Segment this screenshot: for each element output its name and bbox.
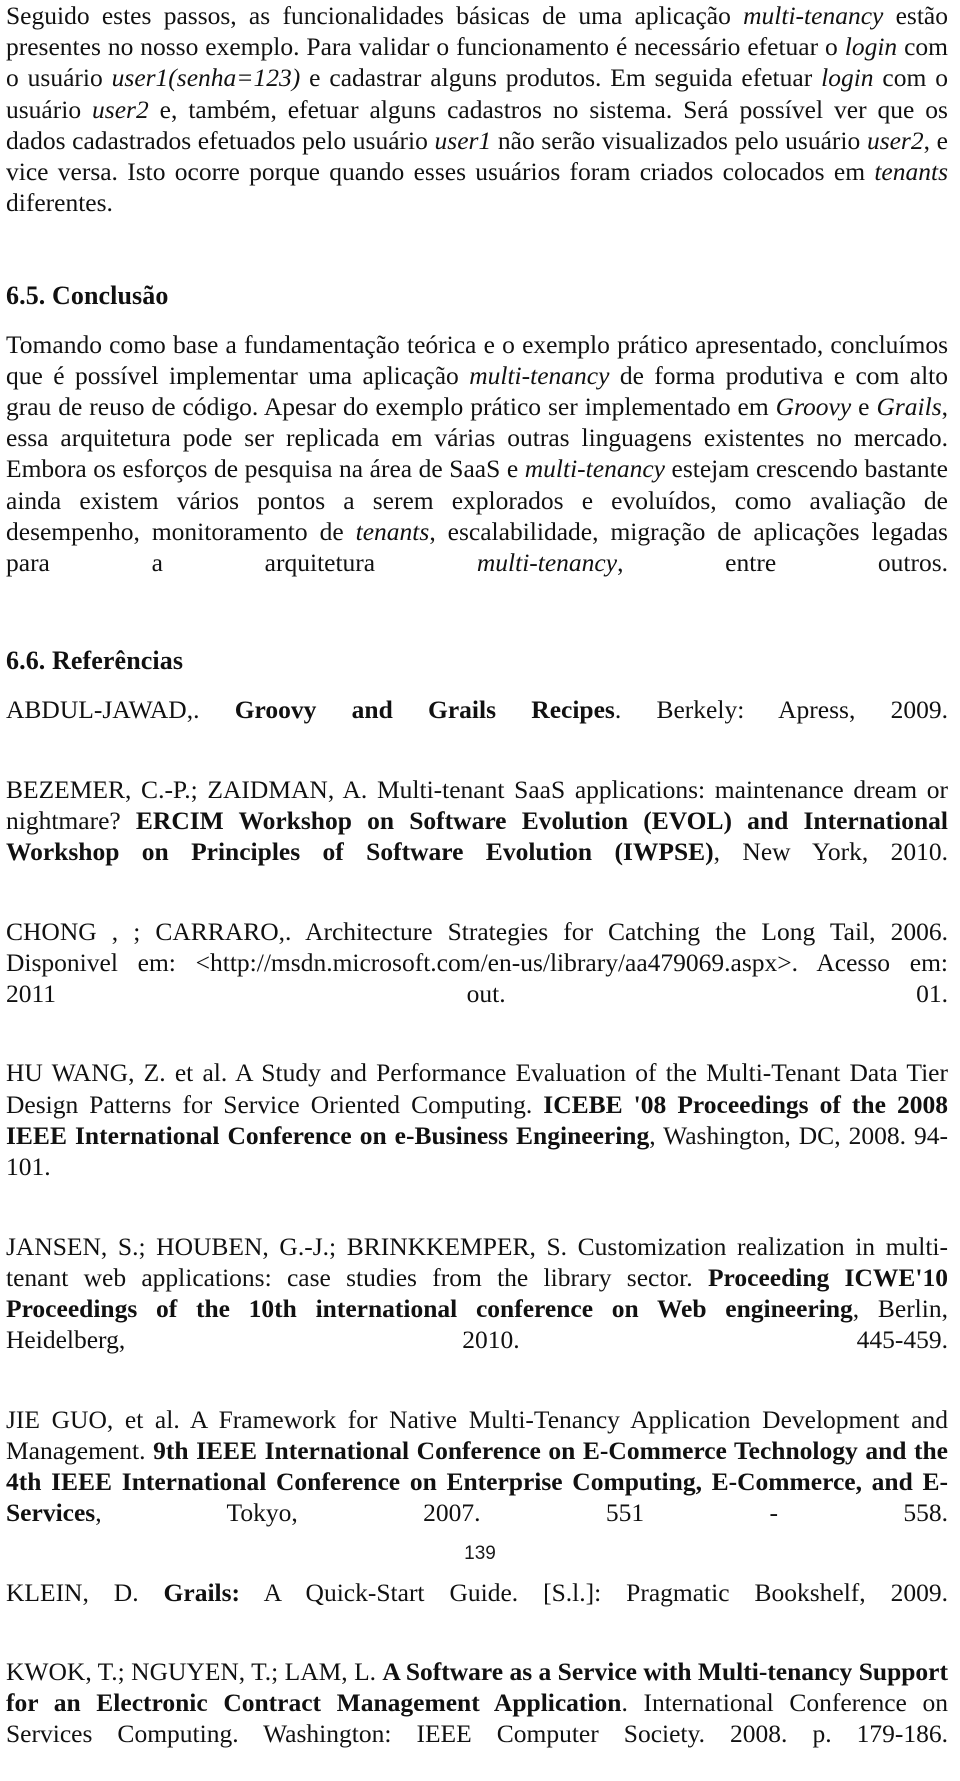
reference-entry: KLEIN, D. Grails: A Quick-Start Guide. [… [6, 1577, 948, 1639]
text-run: e [851, 392, 877, 422]
text-run: . Berkely: Apress, 2009. [614, 695, 948, 725]
text-run: user2 [92, 94, 149, 124]
reference-entry: JANSEN, S.; HOUBEN, G.-J.; BRINKKEMPER, … [6, 1231, 948, 1387]
document-page: Seguido estes passos, as funcionalidades… [0, 0, 960, 1748]
text-run: login [821, 63, 874, 93]
text-run: não serão visualizados pelo usuário [491, 125, 867, 155]
text-run: user2 [866, 125, 924, 155]
text-run: multi-tenancy [524, 454, 665, 484]
text-run: multi-tenancy [476, 548, 618, 578]
text-run: Seguido estes passos, as funcionalidades… [6, 1, 744, 30]
reference-entry: HU WANG, Z. et al. A Study and Performan… [6, 1057, 948, 1213]
references-list: ABDUL-JAWAD,. Groovy and Grails Recipes.… [6, 694, 948, 1780]
text-run: A Quick-Start Guide. [S.l.]: Pragmatic B… [240, 1577, 949, 1607]
text-run: ABDUL-JAWAD,. [6, 695, 235, 725]
text-run: KWOK, T.; NGUYEN, T.; LAM, L. [6, 1656, 383, 1686]
text-run: user1 [434, 125, 492, 155]
text-run: tenants [355, 516, 430, 546]
text-run: CHONG , ; CARRARO,. Architecture Strateg… [6, 916, 948, 1009]
text-run: diferentes. [6, 188, 113, 218]
section-heading-conclusao: 6.5. Conclusão [6, 280, 169, 310]
text-run: , entre outros. [617, 548, 949, 578]
text-run: multi-tenancy [743, 1, 884, 30]
reference-entry: JIE GUO, et al. A Framework for Native M… [6, 1404, 948, 1560]
conclusion-paragraph: Tomando como base a fundamentação teóric… [6, 329, 948, 610]
text-run: multi-tenancy [469, 360, 610, 390]
text-run: user1(senha=123) [111, 63, 301, 93]
text-run: Grails: [163, 1577, 241, 1607]
text-run: tenants [874, 157, 948, 187]
page-number: 139 [464, 1543, 496, 1564]
reference-entry: KWOK, T.; NGUYEN, T.; LAM, L. A Software… [6, 1656, 948, 1781]
reference-entry: ABDUL-JAWAD,. Groovy and Grails Recipes.… [6, 694, 948, 756]
reference-entry: BEZEMER, C.-P.; ZAIDMAN, A. Multi-tenant… [6, 774, 948, 899]
text-run: Groovy [775, 392, 852, 422]
text-run: , New York, 2010. [713, 837, 948, 867]
text-run: KLEIN, D. [6, 1577, 164, 1607]
section-heading-referencias: 6.6. Referências [6, 646, 184, 676]
text-run: Groovy and Grails Recipes [234, 695, 615, 725]
intro-paragraph: Seguido estes passos, as funcionalidades… [6, 0, 948, 250]
text-run: login [844, 32, 898, 62]
text-run: e cadastrar alguns produtos. Em seguida … [300, 63, 822, 93]
text-run: , Tokyo, 2007. 551 - 558. [95, 1498, 948, 1528]
reference-entry: CHONG , ; CARRARO,. Architecture Strateg… [6, 916, 948, 1041]
text-run: Grails [876, 392, 942, 422]
